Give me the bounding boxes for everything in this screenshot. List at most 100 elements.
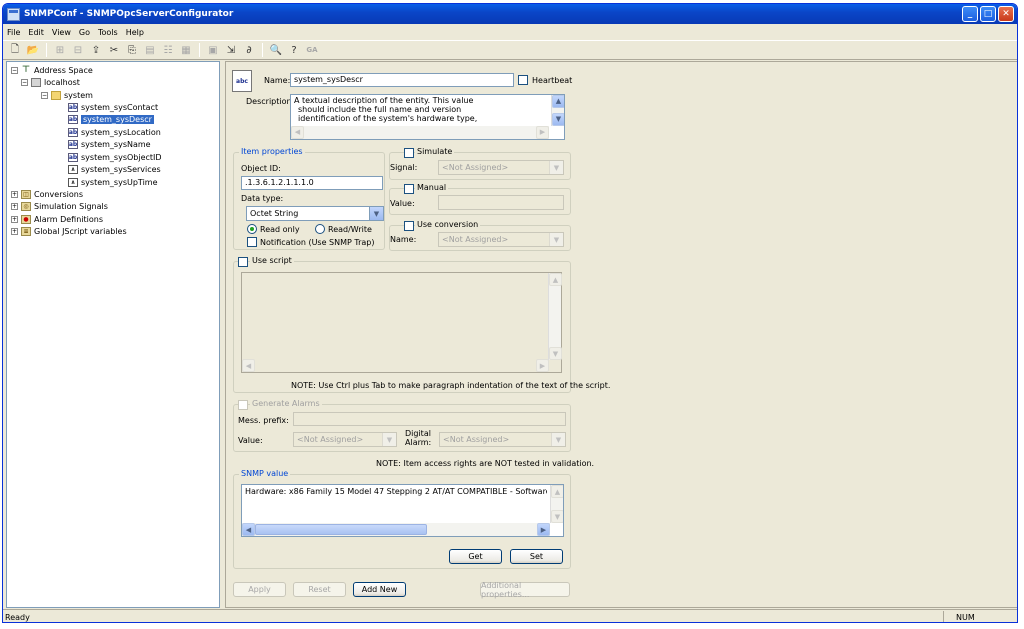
tree-item-syslocation[interactable]: ab system_sysLocation: [68, 126, 161, 138]
manual-value-input[interactable]: [438, 195, 564, 210]
close-button[interactable]: ✕: [998, 6, 1014, 22]
collapse-icon[interactable]: −: [21, 78, 28, 86]
manual-group: Manual Value:: [389, 183, 571, 215]
signal-select[interactable]: <Not Assigned> ▼: [438, 160, 564, 175]
scroll-down-icon[interactable]: ▼: [549, 347, 562, 360]
scroll-right-icon[interactable]: ▶: [536, 359, 549, 372]
scroll-right-icon[interactable]: ▶: [537, 523, 550, 536]
scroll-right-icon[interactable]: ▶: [536, 126, 549, 139]
scroll-up-icon[interactable]: ▲: [552, 95, 564, 108]
use-script-checkbox[interactable]: [238, 257, 248, 267]
scroll-up-icon[interactable]: ▲: [549, 273, 562, 286]
collapse-icon[interactable]: −: [11, 66, 18, 74]
tree-item-syscontact[interactable]: ab system_sysContact: [68, 101, 158, 113]
scroll-left-icon[interactable]: ◀: [242, 523, 255, 536]
object-id-input[interactable]: .1.3.6.1.2.1.1.1.0: [241, 176, 383, 190]
name-input[interactable]: system_sysDescr: [290, 73, 514, 87]
manual-value-label: Value:: [390, 199, 415, 208]
notification-checkbox[interactable]: [247, 237, 257, 247]
title-bar: SNMPConf - SNMPOpcServerConfigurator _ □…: [3, 4, 1017, 24]
read-only-radio[interactable]: [247, 224, 257, 234]
tree-node-global-jscript[interactable]: + ≡ Global JScript variables: [11, 225, 127, 237]
menu-view[interactable]: View: [52, 28, 71, 37]
generate-alarms-checkbox[interactable]: [238, 400, 248, 410]
simulate-checkbox[interactable]: [404, 148, 414, 158]
manual-checkbox[interactable]: [404, 184, 414, 194]
chevron-down-icon[interactable]: ▼: [551, 433, 565, 446]
tree-node-localhost[interactable]: − localhost: [21, 76, 80, 88]
name-label: Name:: [264, 76, 291, 85]
scroll-down-icon[interactable]: ▼: [552, 113, 564, 126]
new-icon[interactable]: 🗋: [7, 42, 23, 58]
list-view-icon[interactable]: ☷: [160, 42, 176, 58]
heartbeat-checkbox[interactable]: [518, 75, 528, 85]
tree-node-conversions[interactable]: + ◫ Conversions: [11, 188, 83, 200]
collapse-icon[interactable]: −: [41, 91, 48, 99]
chevron-down-icon[interactable]: ▼: [382, 433, 396, 446]
scroll-left-icon[interactable]: ◀: [291, 126, 304, 139]
add-item-icon[interactable]: ⊞: [52, 42, 68, 58]
scroll-up-icon[interactable]: ▲: [551, 485, 563, 498]
menu-file[interactable]: File: [7, 28, 20, 37]
alarm-icon: ●: [21, 214, 31, 224]
menu-edit[interactable]: Edit: [28, 28, 44, 37]
open-icon[interactable]: 📂: [25, 42, 41, 58]
data-type-select[interactable]: Octet String ▼: [246, 206, 384, 221]
minimize-button[interactable]: _: [962, 6, 978, 22]
menu-tools[interactable]: Tools: [98, 28, 118, 37]
reset-button[interactable]: Reset: [293, 582, 346, 597]
add-new-button[interactable]: Add New: [353, 582, 406, 597]
tree-item-sysobjectid[interactable]: ab system_sysObjectID: [68, 151, 162, 163]
expand-icon[interactable]: +: [11, 190, 18, 198]
scroll-left-icon[interactable]: ◀: [242, 359, 255, 372]
ga-icon[interactable]: GA: [304, 42, 320, 58]
set-button[interactable]: Set: [510, 549, 563, 564]
expand-icon[interactable]: +: [11, 215, 18, 223]
find-text-icon[interactable]: ∂: [241, 42, 257, 58]
script-editor[interactable]: ▲ ▼ ◀ ▶: [241, 272, 562, 373]
splitter[interactable]: [221, 61, 224, 608]
conversion-select[interactable]: <Not Assigned> ▼: [438, 232, 564, 247]
tree-node-address-space[interactable]: − ⊤ Address Space: [11, 64, 93, 76]
chevron-down-icon[interactable]: ▼: [549, 161, 563, 174]
get-button[interactable]: Get: [449, 549, 502, 564]
search-icon[interactable]: 🔍: [268, 42, 284, 58]
tree-item-sysservices[interactable]: ∧ system_sysServices: [68, 163, 161, 175]
snmp-value-textarea[interactable]: Hardware: x86 Family 15 Model 47 Steppin…: [241, 484, 564, 537]
menu-help[interactable]: Help: [126, 28, 144, 37]
scroll-thumb[interactable]: [255, 524, 427, 535]
folder-up-icon[interactable]: ⇪: [88, 42, 104, 58]
expand-icon[interactable]: +: [11, 227, 18, 235]
read-write-radio[interactable]: [315, 224, 325, 234]
expand-icon[interactable]: +: [11, 202, 18, 210]
alarm-value-select[interactable]: <Not Assigned> ▼: [293, 432, 397, 447]
tree-item-sysuptime[interactable]: ∧ system_sysUpTime: [68, 176, 158, 188]
scroll-down-icon[interactable]: ▼: [551, 510, 563, 523]
chevron-down-icon[interactable]: ▼: [369, 207, 383, 220]
description-textarea[interactable]: A textual description of the entity. Thi…: [290, 94, 565, 140]
horizontal-scrollbar[interactable]: ◀ ▶: [242, 523, 550, 536]
export-icon[interactable]: ⇲: [223, 42, 239, 58]
cut-icon[interactable]: ✂: [106, 42, 122, 58]
help-icon[interactable]: ?: [286, 42, 302, 58]
chevron-down-icon[interactable]: ▼: [549, 233, 563, 246]
script-note: NOTE: Use Ctrl plus Tab to make paragrap…: [291, 381, 611, 390]
tree-node-simulation-signals[interactable]: + ◎ Simulation Signals: [11, 200, 108, 212]
add-group-icon[interactable]: ⊟: [70, 42, 86, 58]
tree-node-alarm-definitions[interactable]: + ● Alarm Definitions: [11, 213, 103, 225]
copy-icon[interactable]: ⎘: [124, 42, 140, 58]
menu-go[interactable]: Go: [79, 28, 90, 37]
details-view-icon[interactable]: ▦: [178, 42, 194, 58]
tree-item-sysdescr[interactable]: ab system_sysDescr: [68, 113, 154, 125]
tree-item-sysname[interactable]: ab system_sysName: [68, 138, 151, 150]
additional-properties-button[interactable]: Additional properties...: [480, 581, 570, 599]
mess-prefix-input[interactable]: [293, 412, 566, 426]
use-conversion-checkbox[interactable]: [404, 221, 414, 231]
apply-button[interactable]: Apply: [233, 582, 286, 597]
properties-icon[interactable]: ▣: [205, 42, 221, 58]
digital-alarm-select[interactable]: <Not Assigned> ▼: [439, 432, 566, 447]
tree-node-system[interactable]: − system: [41, 89, 93, 101]
maximize-button[interactable]: □: [980, 6, 996, 22]
numeric-item-icon: ∧: [68, 164, 78, 174]
paste-icon[interactable]: ▤: [142, 42, 158, 58]
